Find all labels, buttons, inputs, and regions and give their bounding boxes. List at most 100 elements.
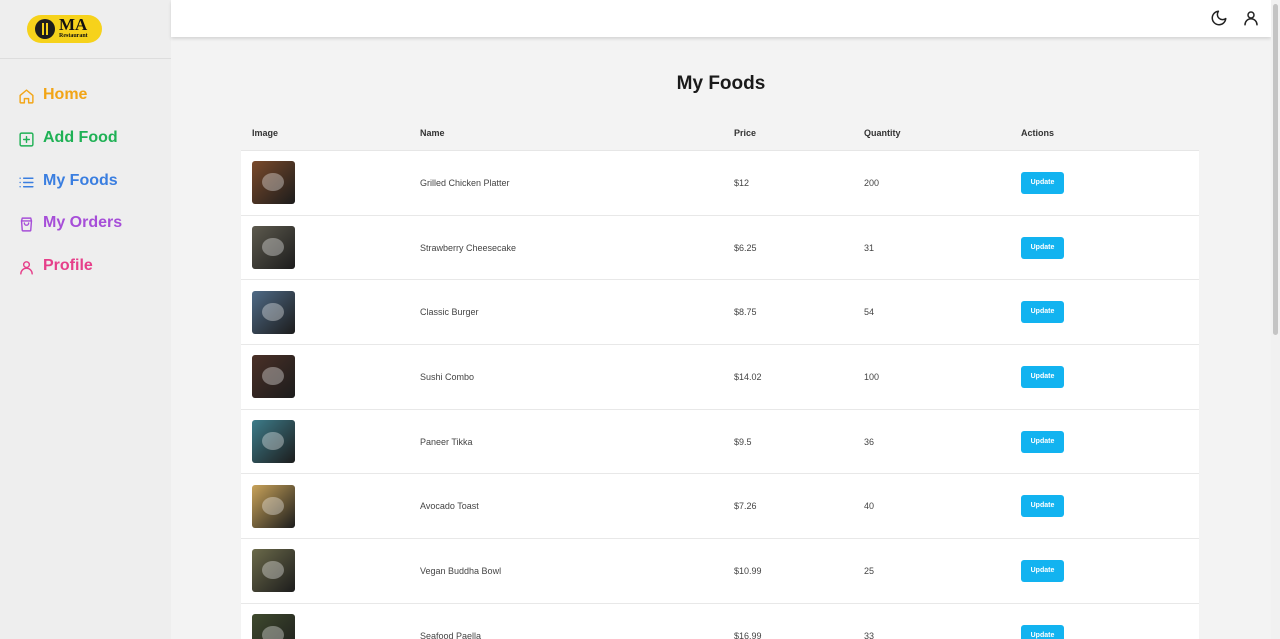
sidebar-item-label: Profile [43,257,93,275]
vertical-scrollbar[interactable] [1271,0,1280,639]
update-button[interactable]: Update [1021,171,1064,194]
table-row: Sushi Combo $14.02 100 Update [241,345,1199,410]
plus-square-icon [19,132,34,147]
food-name: Paneer Tikka [420,436,473,447]
logo-subtext: Restaurant [59,33,88,39]
food-name: Sushi Combo [420,371,475,382]
foods-table: Image Name Price Quantity Actions Grille… [241,115,1199,639]
table-row: Paneer Tikka $9.5 36 Update [241,409,1199,475]
food-quantity: 36 [864,436,875,447]
food-price: $7.26 [734,501,757,512]
sidebar-nav: Home Add Food My Foods My Orders Profile [18,74,122,287]
update-button[interactable]: Update [1021,495,1064,518]
restaurant-logo[interactable]: MA Restaurant [27,15,102,43]
actions-cell: Update [1021,559,1199,582]
food-quantity: 25 [864,565,875,576]
update-button[interactable]: Update [1021,365,1064,388]
update-button[interactable]: Update [1021,559,1064,582]
sidebar-item-label: Home [43,86,88,104]
image-cell [241,226,420,270]
top-bar [171,0,1271,37]
food-name: Strawberry Cheesecake [420,242,517,253]
actions-cell: Update [1021,236,1199,259]
actions-cell: Update [1021,624,1199,639]
home-icon [19,89,34,104]
table-header: Image Name Price Quantity Actions [241,115,1199,151]
food-price: $9.5 [734,436,752,447]
food-price: $14.02 [734,371,762,382]
food-name: Avocado Toast [420,501,479,512]
column-header-actions: Actions [1021,127,1055,138]
table-body: Grilled Chicken Platter $12 200 Update Straw… [241,151,1199,639]
food-name: Seafood Paella [420,630,482,639]
food-price: $16.99 [734,630,762,639]
logo-text: MA [59,15,88,34]
table-row: Strawberry Cheesecake $6.25 31 Update [241,215,1199,281]
food-thumbnail [252,549,295,593]
sidebar-item-add-food[interactable]: Add Food [18,117,122,160]
sidebar-item-label: My Orders [43,214,123,232]
update-button[interactable]: Update [1021,624,1064,639]
image-cell [241,290,420,334]
user-icon[interactable] [1242,9,1260,27]
actions-cell: Update [1021,301,1199,324]
food-quantity: 31 [864,242,875,253]
actions-cell: Update [1021,495,1199,518]
shopping-bag-icon [20,217,33,232]
image-cell [241,161,420,205]
image-cell [241,420,420,464]
table-row: Grilled Chicken Platter $12 200 Update [241,151,1199,216]
update-button[interactable]: Update [1021,236,1064,259]
actions-cell: Update [1021,365,1199,388]
food-thumbnail [252,614,295,639]
food-thumbnail [252,161,295,205]
table-row: Classic Burger $8.75 54 Update [241,280,1199,346]
food-thumbnail [252,484,295,528]
image-cell [241,549,420,593]
actions-cell: Update [1021,430,1199,453]
food-quantity: 40 [864,501,875,512]
sidebar-item-label: Add Food [43,129,118,147]
table-row: Seafood Paella $16.99 33 Update [241,603,1199,639]
sidebar-item-profile[interactable]: Profile [18,245,122,288]
food-name: Classic Burger [420,307,479,318]
food-quantity: 200 [864,177,880,188]
sidebar-item-my-foods[interactable]: My Foods [18,159,122,202]
list-icon [19,177,34,188]
food-name: Grilled Chicken Platter [420,177,510,188]
column-header-name: Name [420,127,445,138]
food-quantity: 33 [864,630,875,639]
page-title: My Foods [676,73,766,94]
image-cell [241,355,420,399]
food-thumbnail [252,226,295,270]
table-row: Avocado Toast $7.26 40 Update [241,474,1199,540]
food-thumbnail [252,290,295,334]
image-cell [241,614,420,639]
food-thumbnail [252,420,295,464]
update-button[interactable]: Update [1021,430,1064,453]
logo-area: MA Restaurant [0,0,171,59]
table-row: Vegan Buddha Bowl $10.99 25 Update [241,539,1199,604]
actions-cell: Update [1021,171,1199,194]
update-button[interactable]: Update [1021,301,1064,324]
food-price: $6.25 [734,242,757,253]
food-price: $10.99 [734,565,762,576]
image-cell [241,484,420,528]
moon-icon[interactable] [1210,9,1228,27]
sidebar-item-my-orders[interactable]: My Orders [18,202,122,245]
user-icon [20,261,33,275]
food-price: $12 [734,177,750,188]
food-quantity: 54 [864,307,875,318]
sidebar-item-home[interactable]: Home [18,74,122,117]
food-thumbnail [252,355,295,399]
sidebar: MA Restaurant Home Add Food My Foods My … [0,0,171,639]
scrollbar-thumb[interactable] [1273,4,1278,335]
cutlery-icon [35,19,55,39]
sidebar-item-label: My Foods [43,171,118,189]
column-header-quantity: Quantity [864,127,901,138]
column-header-price: Price [734,127,757,138]
food-quantity: 100 [864,371,880,382]
food-price: $8.75 [734,307,757,318]
food-name: Vegan Buddha Bowl [420,565,502,576]
column-header-image: Image [252,127,279,138]
